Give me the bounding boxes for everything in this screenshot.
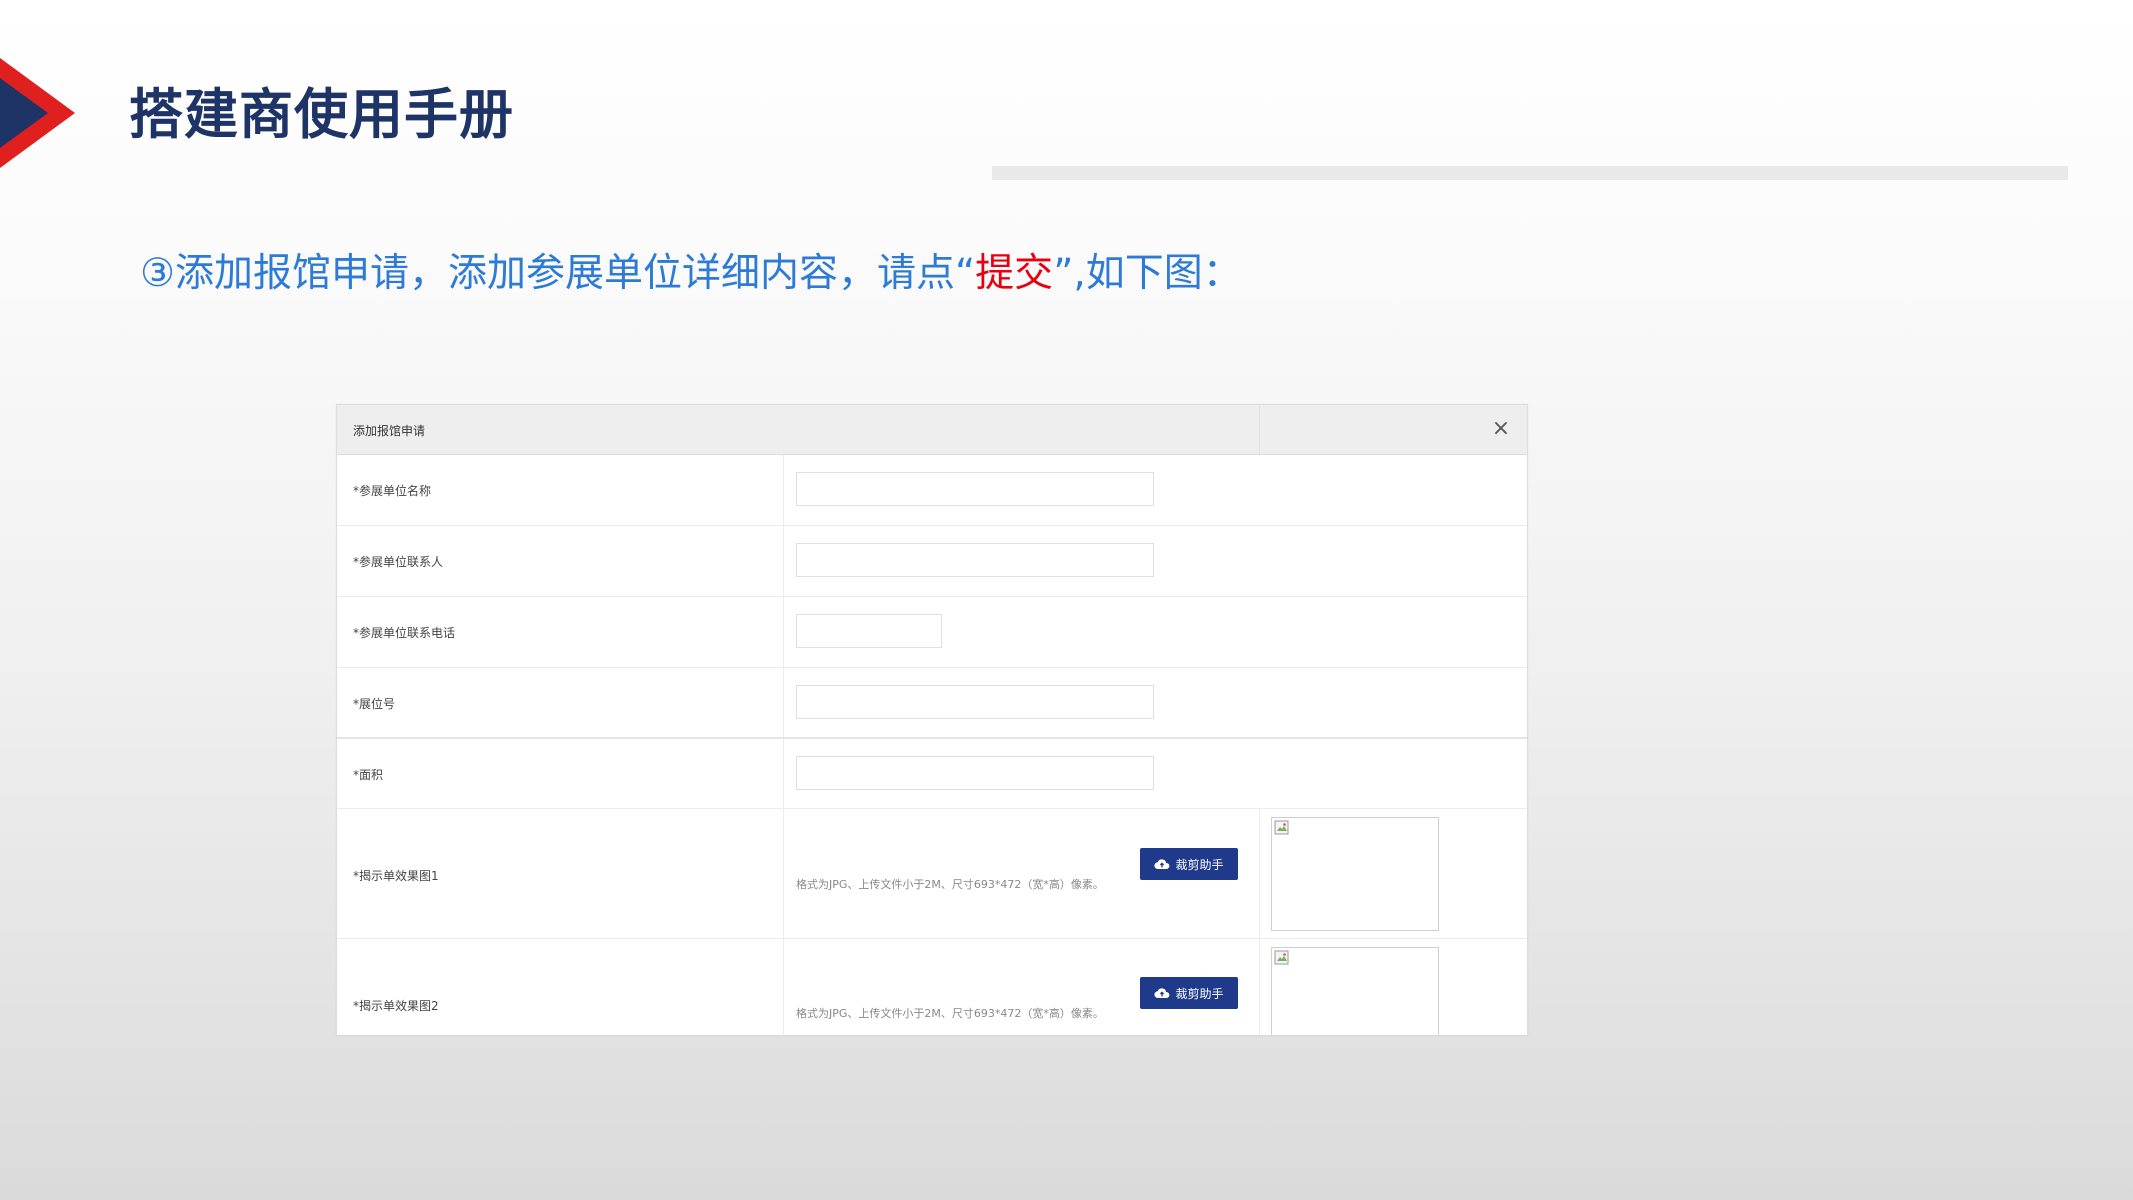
field-label: *揭示单效果图1 (353, 869, 439, 883)
crop-assistant-button[interactable]: 裁剪助手 (1140, 977, 1238, 1009)
header-divider (1259, 405, 1260, 455)
image-preview (1271, 817, 1439, 931)
instruction-highlight: 提交 (975, 251, 1054, 296)
title-divider (992, 166, 2068, 180)
dialog-header: 添加报馆申请 × (337, 405, 1527, 455)
field-label: *面积 (353, 768, 384, 782)
instruction-text: ③添加报馆申请，添加参展单位详细内容，请点“提交”,如下图： (140, 242, 1242, 298)
form-row-area: *面积 (337, 739, 1527, 809)
field-label: *揭示单效果图2 (353, 999, 439, 1013)
crop-assistant-button[interactable]: 裁剪助手 (1140, 848, 1238, 880)
crop-button-label: 裁剪助手 (1175, 986, 1224, 1001)
form-row-exhibitor-name: *参展单位名称 (337, 455, 1527, 526)
form-row-upload-1: *揭示单效果图1 格式为JPG、上传文件小于2M、尺寸693*472（宽*高）像… (337, 809, 1527, 939)
instruction-suffix: ”,如下图： (1053, 251, 1242, 296)
cloud-upload-icon (1154, 859, 1170, 870)
brand-arrow-logo (0, 58, 75, 168)
form-row-booth-number: *展位号 (337, 668, 1527, 739)
add-booth-application-dialog: 添加报馆申请 × *参展单位名称 *参展单位联系人 *参展单位联系电话 *展位号… (336, 404, 1528, 1036)
upload-hint: 格式为JPG、上传文件小于2M、尺寸693*472（宽*高）像素。 (796, 1007, 1104, 1020)
field-label: *展位号 (353, 697, 396, 711)
dialog-title: 添加报馆申请 (353, 424, 426, 438)
form-row-exhibitor-phone: *参展单位联系电话 (337, 597, 1527, 668)
broken-image-icon (1274, 820, 1289, 835)
instruction-prefix: ③添加报馆申请，添加参展单位详细内容，请点“ (140, 251, 976, 296)
crop-button-label: 裁剪助手 (1175, 857, 1224, 872)
close-icon[interactable]: × (1487, 415, 1515, 443)
field-label: *参展单位联系人 (353, 555, 444, 569)
broken-image-icon (1274, 950, 1289, 965)
exhibitor-contact-input[interactable] (796, 543, 1154, 577)
exhibitor-phone-input[interactable] (796, 614, 942, 648)
image-preview (1271, 947, 1439, 1035)
page-title: 搭建商使用手册 (129, 83, 514, 146)
area-input[interactable] (796, 756, 1154, 790)
exhibitor-name-input[interactable] (796, 472, 1154, 506)
form-row-upload-2: *揭示单效果图2 格式为JPG、上传文件小于2M、尺寸693*472（宽*高）像… (337, 939, 1527, 1035)
field-label: *参展单位联系电话 (353, 626, 456, 640)
field-label: *参展单位名称 (353, 484, 432, 498)
upload-hint: 格式为JPG、上传文件小于2M、尺寸693*472（宽*高）像素。 (796, 878, 1104, 891)
cloud-upload-icon (1154, 988, 1170, 999)
form-row-exhibitor-contact: *参展单位联系人 (337, 526, 1527, 597)
booth-number-input[interactable] (796, 685, 1154, 719)
